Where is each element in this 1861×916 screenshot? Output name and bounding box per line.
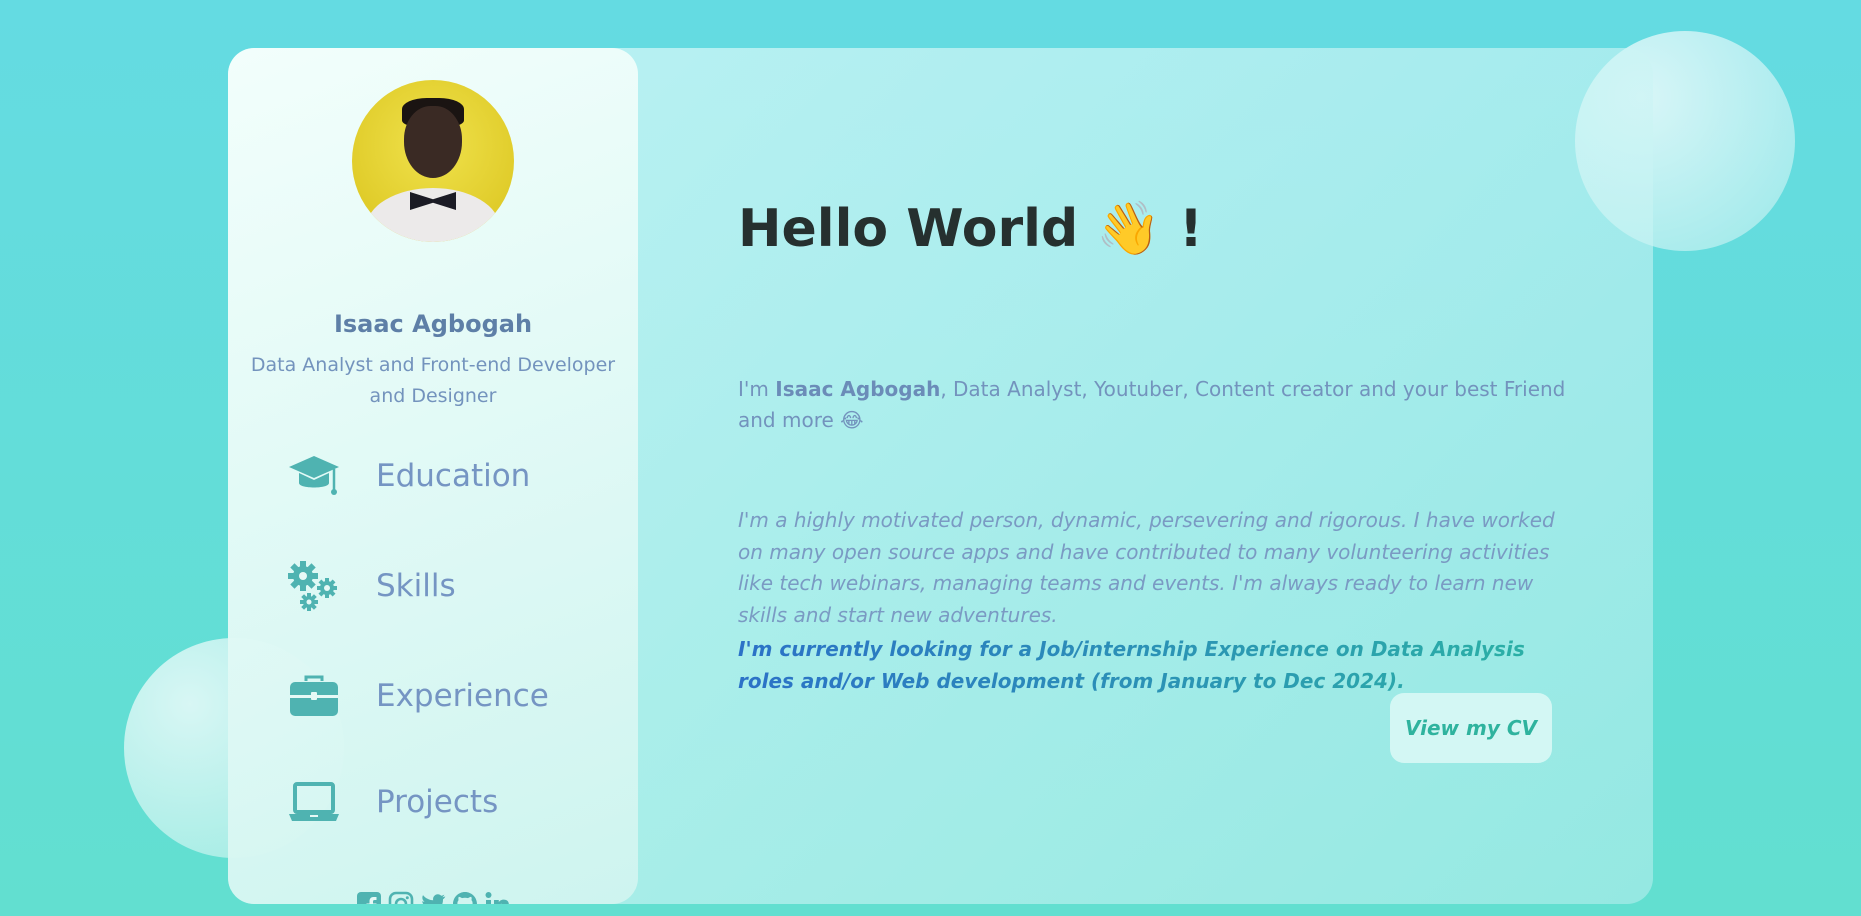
intro-name: Isaac Agbogah <box>775 377 941 401</box>
nav-item-label: Education <box>376 458 531 494</box>
nav-item-experience[interactable]: Experience <box>286 668 606 724</box>
intro-text: I'm Isaac Agbogah, Data Analyst, Youtube… <box>738 374 1568 436</box>
github-icon[interactable] <box>452 891 478 904</box>
linkedin-icon[interactable] <box>484 891 510 904</box>
nav-item-skills[interactable]: Skills <box>286 558 606 614</box>
avatar <box>352 80 514 242</box>
profile-card: Isaac Agbogah Data Analyst and Front-end… <box>228 48 1653 904</box>
main-content: Hello World 👋 ! I'm Isaac Agbogah, Data … <box>738 48 1598 904</box>
profile-name: Isaac Agbogah <box>333 310 533 338</box>
briefcase-icon <box>286 671 342 721</box>
bio-text: I'm a highly motivated person, dynamic, … <box>738 508 1555 627</box>
twitter-icon[interactable] <box>420 891 446 904</box>
view-cv-button[interactable]: View my CV <box>1390 693 1552 763</box>
profile-role: Data Analyst and Front-end Developer and… <box>250 354 616 407</box>
nav-item-label: Experience <box>376 678 549 714</box>
nav-item-education[interactable]: Education <box>286 448 606 504</box>
nav-item-label: Skills <box>376 568 456 604</box>
graduation-cap-icon <box>286 451 342 501</box>
facebook-icon[interactable] <box>356 891 382 904</box>
gears-icon <box>286 561 342 611</box>
social-links <box>356 888 516 904</box>
hello-heading: Hello World 👋 ! <box>738 199 1203 259</box>
nav-item-projects[interactable]: Projects <box>286 774 606 830</box>
nav-item-label: Projects <box>376 784 499 820</box>
sidebar: Isaac Agbogah Data Analyst and Front-end… <box>228 48 638 904</box>
intro-prefix: I'm <box>738 377 776 401</box>
laptop-icon <box>286 777 342 827</box>
instagram-icon[interactable] <box>388 891 414 904</box>
job-search-statement: I'm currently looking for a Job/internsh… <box>738 634 1568 697</box>
